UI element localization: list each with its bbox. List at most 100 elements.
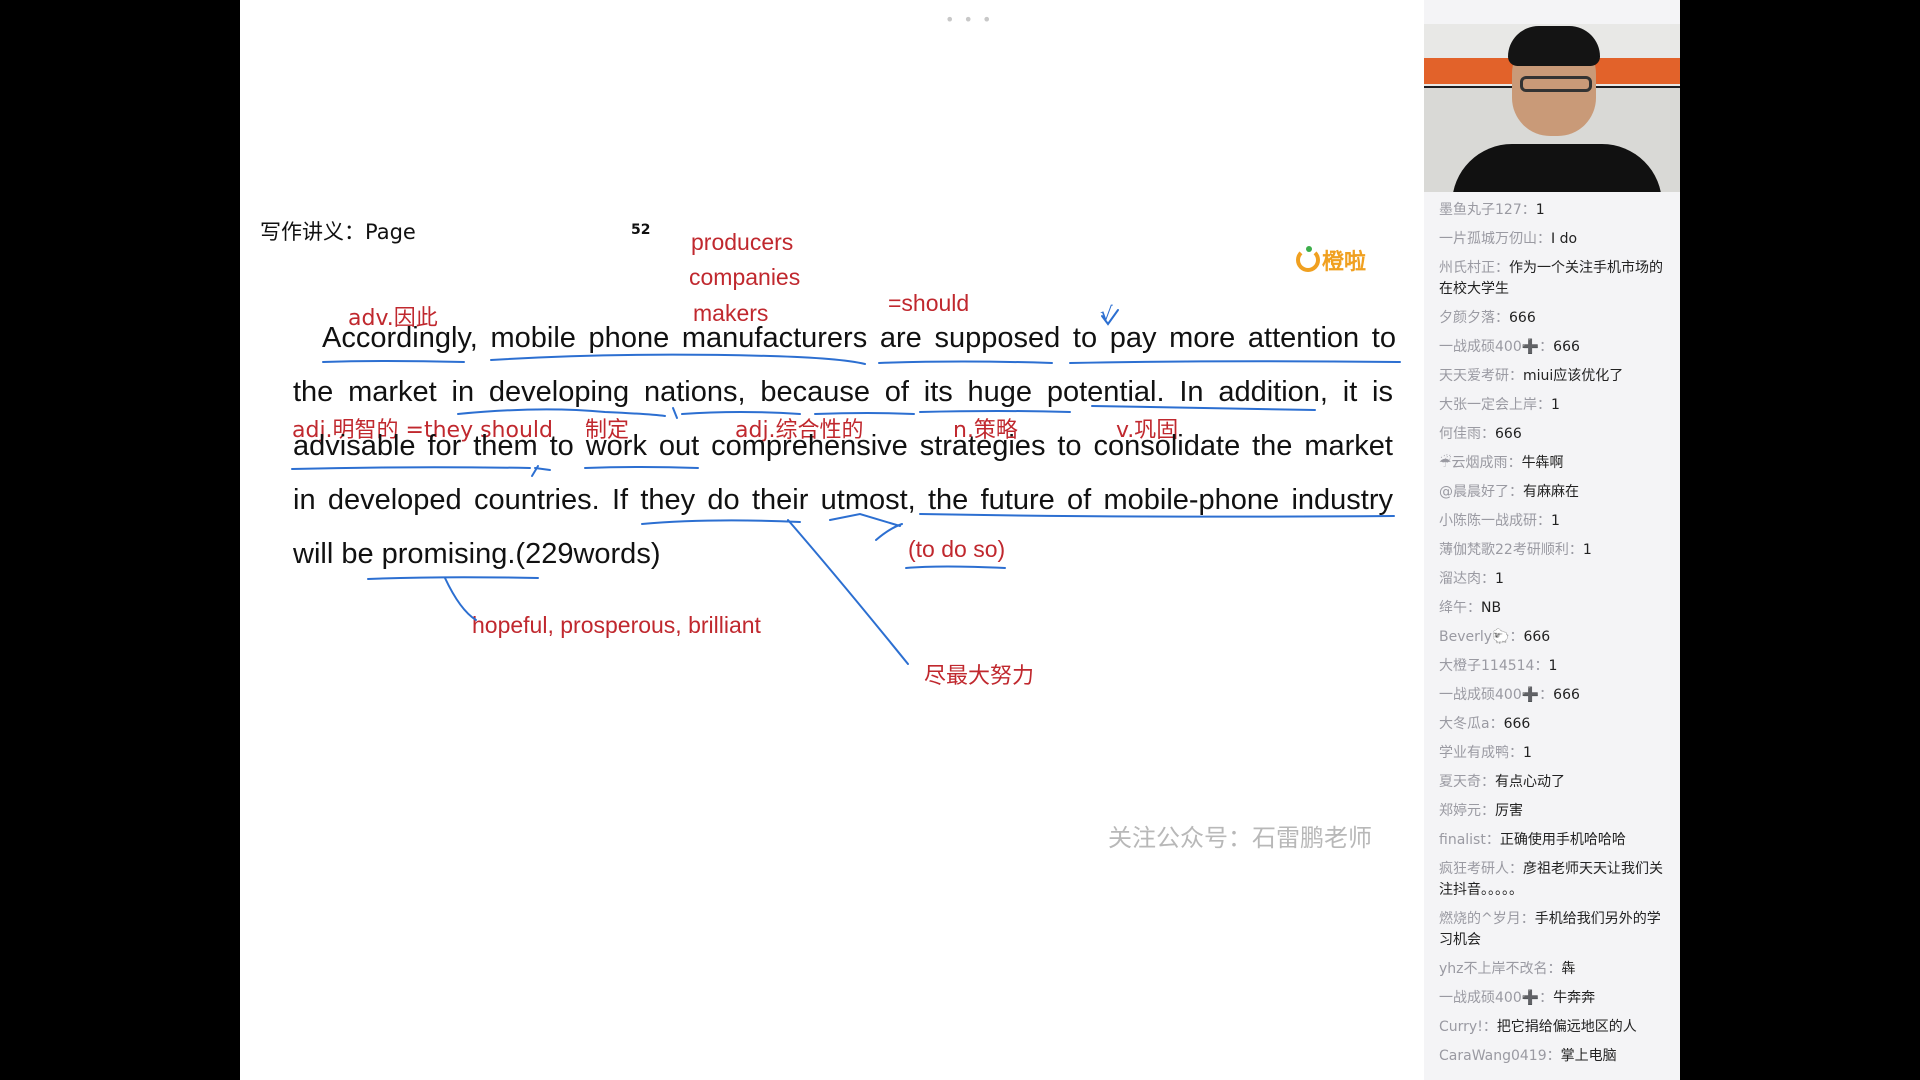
annotation-should: =should [888, 290, 970, 316]
chat-nickname[interactable]: 学业有成鸭 [1439, 745, 1509, 761]
chat-text: miui应该优化了 [1523, 368, 1624, 384]
annotation-to-do-so: (to do so) [908, 536, 1006, 562]
live-sidebar: 墨鱼丸子127：1 一片孤城万仞山：I do 州氏村正：作为一个关注手机市场的在校大… [1424, 0, 1680, 1080]
chat-message: 墨鱼丸子127：1 [1439, 202, 1545, 218]
chat-message: 大张一定会上岸：1 [1439, 397, 1560, 413]
chat-nickname[interactable]: 燃烧的^岁月 [1439, 911, 1521, 927]
chat-nickname[interactable]: @晨晨好了 [1439, 484, 1509, 500]
annotation-synonyms: hopeful, prosperous, brilliant [472, 612, 761, 638]
chat-nickname[interactable]: 一战成硕400➕ [1439, 339, 1539, 355]
chat-message: 何佳雨：666 [1439, 426, 1522, 442]
chat-message: 大冬瓜a：666 [1439, 716, 1531, 732]
chat-text: 666 [1553, 687, 1580, 703]
chat-nickname[interactable]: 夕颜夕落 [1439, 310, 1495, 326]
chat-message: 大橙子114514：1 [1439, 658, 1558, 674]
chat-message: 学业有成鸭：1 [1439, 745, 1532, 761]
chat-text: 666 [1509, 310, 1536, 326]
chat-text: 666 [1503, 716, 1531, 732]
chat-nickname[interactable]: finalist [1439, 832, 1486, 848]
chat-message: 疯狂考研人：彦祖老师天天让我们关注抖音。。。。。 [1439, 861, 1663, 898]
passage-line-5: will be promising.(229words) [293, 538, 661, 570]
chat-message: 小陈陈一战成研：1 [1439, 513, 1560, 529]
chat-message: @晨晨好了：有麻麻在 [1439, 484, 1579, 500]
window-drag-handle[interactable]: • • • [945, 10, 993, 29]
logo-icon [1296, 246, 1320, 272]
chat-message: 一战成硕400➕：666 [1439, 687, 1580, 703]
chat-nickname[interactable]: 大冬瓜a [1439, 716, 1490, 732]
chat-list[interactable]: 墨鱼丸子127：1 一片孤城万仞山：I do 州氏村正：作为一个关注手机市场的在校大… [1439, 200, 1673, 1075]
chat-text: 666 [1553, 339, 1580, 355]
chat-message: Curry!：把它捐给偏远地区的人 [1439, 1019, 1637, 1035]
chat-text: 1 [1495, 571, 1504, 587]
chat-text: 1 [1582, 542, 1592, 558]
chat-text: 牛犇啊 [1521, 455, 1564, 471]
annotation-producers: producers [691, 229, 794, 255]
annotation-jinzuida: 尽最大努力 [924, 664, 1035, 689]
chat-text: 有麻麻在 [1523, 484, 1579, 500]
passage-line-3: advisable for them to work out comprehen… [293, 430, 1393, 462]
chat-nickname[interactable]: 疯狂考研人 [1439, 861, 1509, 877]
chat-message: 夕颜夕落：666 [1439, 310, 1536, 326]
chat-message: 绛午：NB [1439, 600, 1502, 616]
chat-message: 郑婷元：厉害 [1439, 803, 1523, 819]
webcam-video[interactable] [1424, 24, 1680, 192]
chat-text: 有点心动了 [1495, 774, 1565, 790]
chat-message: 一战成硕400➕：666 [1439, 339, 1580, 355]
passage-line-1: Accordingly, mobile phone manufacturers … [322, 322, 1396, 354]
chat-nickname[interactable]: ☔云烟成雨 [1439, 455, 1508, 471]
chat-nickname[interactable]: 州氏村正 [1439, 260, 1495, 276]
chat-message: 燃烧的^岁月：手机给我们另外的学习机会 [1439, 911, 1661, 948]
chat-text: 666 [1495, 426, 1522, 442]
chat-nickname[interactable]: 大张一定会上岸 [1439, 397, 1537, 413]
chat-message: yhz不上岸不改名：犇 [1439, 961, 1576, 977]
chat-nickname[interactable]: 绛午 [1439, 600, 1467, 616]
chat-nickname[interactable]: 溜达肉 [1439, 571, 1481, 587]
chat-text: 1 [1535, 202, 1545, 218]
chat-nickname[interactable]: Curry! [1439, 1019, 1483, 1035]
chat-message: finalist：正确使用手机哈哈哈 [1439, 832, 1626, 848]
chat-message: 一片孤城万仞山：I do [1439, 231, 1578, 247]
chat-text: I do [1551, 231, 1578, 247]
chat-text: 1 [1551, 397, 1560, 413]
chat-text: 正确使用手机哈哈哈 [1499, 832, 1626, 848]
chat-nickname[interactable]: 郑婷元 [1439, 803, 1481, 819]
chat-text: 牛奔奔 [1553, 990, 1596, 1006]
chat-message: 一战成硕400➕：牛奔奔 [1439, 990, 1596, 1006]
chat-message: 州氏村正：作为一个关注手机市场的在校大学生 [1439, 260, 1663, 297]
slide-header-label: 写作讲义：Page [260, 220, 416, 244]
watermark: 关注公众号：石雷鹏老师 [1108, 824, 1372, 852]
chat-nickname[interactable]: 一战成硕400➕ [1439, 990, 1539, 1006]
chat-text: 犇 [1561, 961, 1576, 977]
chat-nickname[interactable]: Beverly🐑 [1439, 629, 1509, 645]
chat-text: 1 [1551, 513, 1560, 529]
chat-nickname[interactable]: 墨鱼丸子127 [1439, 202, 1522, 218]
chat-text: 1 [1523, 745, 1532, 761]
chat-nickname[interactable]: 一战成硕400➕ [1439, 687, 1539, 703]
chat-message: 天天爱考研：miui应该优化了 [1439, 368, 1624, 384]
chat-nickname[interactable]: 夏天奇 [1439, 774, 1481, 790]
lecture-slide: • • • 写作讲义：Page 52 橙啦 producers companie… [240, 0, 1424, 1080]
chat-nickname[interactable]: 天天爱考研 [1439, 368, 1509, 384]
chat-text: 666 [1523, 629, 1551, 645]
chat-text: 掌上电脑 [1560, 1048, 1617, 1064]
chat-nickname[interactable]: 小陈陈一战成研 [1439, 513, 1537, 529]
chat-nickname[interactable]: 薄伽梵歌22考研顺利 [1439, 542, 1569, 558]
chat-nickname[interactable]: 一片孤城万仞山 [1439, 231, 1537, 247]
chat-message: 夏天奇：有点心动了 [1439, 774, 1565, 790]
chat-text: 1 [1548, 658, 1558, 674]
chat-nickname[interactable]: yhz不上岸不改名 [1439, 961, 1548, 977]
chat-nickname[interactable]: 大橙子114514 [1439, 658, 1534, 674]
chat-message: ☔云烟成雨：牛犇啊 [1439, 455, 1564, 471]
passage-line-2: the market in developing nations, becaus… [293, 376, 1393, 408]
chat-nickname[interactable]: 何佳雨 [1439, 426, 1481, 442]
chat-text: 厉害 [1495, 803, 1523, 819]
brand-logo: 橙啦 [1296, 244, 1366, 276]
passage-line-4: in developed countries. If they do their… [293, 484, 1393, 516]
chat-nickname[interactable]: CaraWang0419 [1439, 1048, 1547, 1064]
chat-message: 薄伽梵歌22考研顺利：1 [1439, 542, 1592, 558]
chat-message: Beverly🐑：666 [1439, 629, 1551, 645]
annotation-companies: companies [689, 264, 801, 290]
chat-text: 把它捐给偏远地区的人 [1496, 1019, 1637, 1035]
chat-message: 溜达肉：1 [1439, 571, 1504, 587]
page-number: 52 [631, 222, 651, 238]
